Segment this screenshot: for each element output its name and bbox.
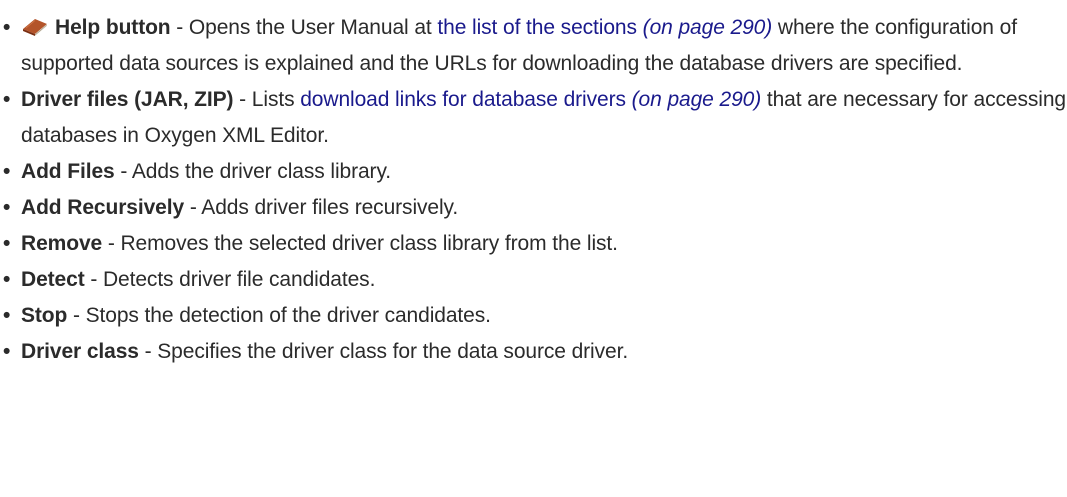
list-item-detect: • Detect - Detects driver file candidate… — [0, 262, 1067, 298]
bullet: • — [3, 232, 11, 255]
term-label: Add Recursively — [21, 196, 185, 219]
term-label: Remove — [21, 232, 103, 255]
description-text: - Adds the driver class library. — [114, 160, 392, 183]
term-label: Driver class — [21, 340, 139, 363]
term-label: Stop — [21, 304, 68, 327]
page-reference[interactable]: (on page 290) — [632, 88, 762, 111]
bullet: • — [3, 268, 11, 291]
description-text: - Detects driver file candidates. — [84, 268, 376, 291]
driver-downloads-link[interactable]: download links for database drivers — [300, 88, 626, 111]
description-text: - Lists — [233, 88, 301, 111]
definition-list: • Help button - Opens the User Manual at… — [0, 0, 1067, 370]
bullet: • — [3, 196, 11, 219]
sections-link[interactable]: the list of the sections — [437, 16, 637, 39]
bullet: • — [3, 88, 11, 111]
page-reference[interactable]: (on page 290) — [643, 16, 773, 39]
description-text: - Adds driver files recursively. — [184, 196, 459, 219]
description-text: - Opens the User Manual at — [170, 16, 438, 39]
list-item-add-files: • Add Files - Adds the driver class libr… — [0, 154, 1067, 190]
term-label: Driver files (JAR, ZIP) — [21, 88, 234, 111]
term-label: Detect — [21, 268, 85, 291]
bullet: • — [3, 160, 11, 183]
list-item-add-recursively: • Add Recursively - Adds driver files re… — [0, 190, 1067, 226]
list-item-help-button: • Help button - Opens the User Manual at… — [0, 0, 1067, 82]
term-label: Add Files — [21, 160, 115, 183]
list-item-driver-class: • Driver class - Specifies the driver cl… — [0, 334, 1067, 370]
bullet: • — [3, 304, 11, 327]
bullet: • — [3, 16, 11, 39]
help-book-icon — [23, 19, 47, 36]
description-text: - Specifies the driver class for the dat… — [138, 340, 629, 363]
bullet: • — [3, 340, 11, 363]
list-item-driver-files: • Driver files (JAR, ZIP) - Lists downlo… — [0, 82, 1067, 154]
description-text: - Stops the detection of the driver cand… — [67, 304, 491, 327]
term-label: Help button — [55, 16, 171, 39]
list-item-remove: • Remove - Removes the selected driver c… — [0, 226, 1067, 262]
list-item-stop: • Stop - Stops the detection of the driv… — [0, 298, 1067, 334]
description-text: - Removes the selected driver class libr… — [102, 232, 618, 255]
